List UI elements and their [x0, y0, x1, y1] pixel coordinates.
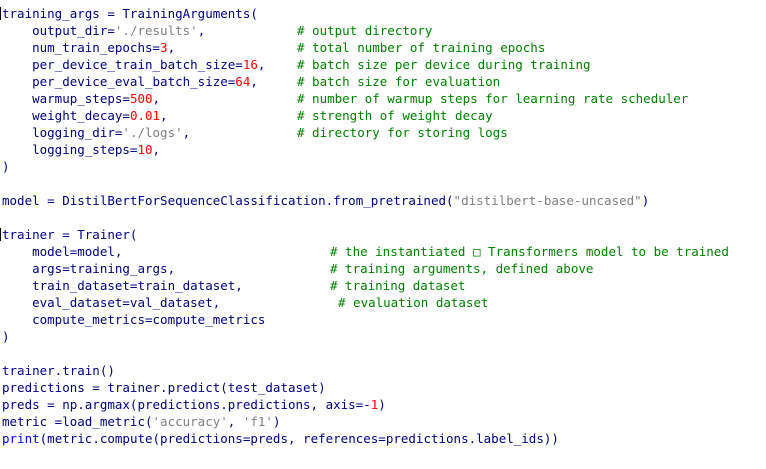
code-line[interactable]: output_dir='./results', # output director… — [0, 22, 766, 39]
code-number: 64 — [235, 74, 251, 89]
code-string: './results' — [114, 23, 198, 38]
code-editor[interactable]: training_args = TrainingArguments( outpu… — [0, 0, 766, 469]
code-line[interactable]: trainer = Trainer( — [0, 226, 766, 243]
code-token: weight_decay= — [2, 108, 130, 123]
code-token: warmup_steps= — [2, 91, 130, 106]
code-line[interactable]: model = DistilBertForSequenceClassificat… — [0, 192, 766, 209]
code-token: logging_dir= — [2, 125, 123, 140]
code-line[interactable]: weight_decay=0.01, # strength of weight d… — [0, 107, 766, 124]
code-line[interactable]: ) — [0, 328, 766, 345]
code-line[interactable]: compute_metrics=compute_metrics — [0, 311, 766, 328]
code-token: , — [197, 23, 206, 38]
code-line[interactable]: predictions = trainer.predict(test_datas… — [0, 379, 766, 396]
code-comment: # output directory — [297, 23, 433, 38]
code-line[interactable]: per_device_eval_batch_size=64, # batch si… — [0, 73, 766, 90]
code-number: 10 — [137, 142, 153, 157]
code-line[interactable] — [0, 209, 766, 226]
code-token: model = DistilBertForSequenceClassificat… — [2, 193, 454, 208]
code-comment: # training dataset — [330, 278, 466, 293]
code-token: metric =load_metric( — [2, 414, 153, 429]
code-token: num_train_epochs= — [2, 40, 161, 55]
code-line[interactable]: per_device_train_batch_size=16, # batch s… — [0, 56, 766, 73]
code-token: eval_dataset=val_dataset, — [2, 295, 221, 310]
code-line[interactable] — [0, 345, 766, 362]
code-token: ) — [378, 397, 386, 412]
code-comment: # total number of training epochs — [297, 40, 546, 55]
code-line[interactable]: training_args = TrainingArguments( — [0, 5, 766, 22]
text-caret — [0, 228, 1, 241]
code-token: , — [167, 40, 176, 55]
code-string: 'f1' — [242, 414, 273, 429]
code-token: , — [227, 414, 243, 429]
code-line[interactable]: warmup_steps=500, # number of warmup step… — [0, 90, 766, 107]
code-token: , — [152, 91, 161, 106]
code-line[interactable] — [0, 175, 766, 192]
code-token: trainer = Trainer( — [2, 227, 138, 242]
code-line[interactable]: print(metric.compute(predictions=preds, … — [0, 430, 766, 447]
code-string: './logs' — [122, 125, 183, 140]
code-token: per_device_eval_batch_size= — [2, 74, 236, 89]
code-token: ) — [2, 159, 10, 174]
code-token: , — [250, 74, 258, 89]
code-number: 3 — [160, 40, 168, 55]
code-line[interactable]: args=training_args, # training arguments,… — [0, 260, 766, 277]
code-string: 'accuracy' — [152, 414, 228, 429]
code-token: ) — [2, 329, 10, 344]
code-number: 0.01 — [129, 108, 161, 123]
code-comment: # batch size for evaluation — [297, 74, 501, 89]
code-line[interactable]: ) — [0, 158, 766, 175]
code-line[interactable]: logging_steps=10, — [0, 141, 766, 158]
code-token: , — [160, 108, 168, 123]
text-caret — [0, 7, 1, 20]
code-comment: # batch size per device during training — [297, 57, 591, 72]
code-token: , — [182, 125, 191, 140]
code-token: training_args = TrainingArguments( — [2, 6, 258, 21]
code-comment: # evaluation dataset — [338, 295, 489, 310]
code-comment: # strength of weight decay — [297, 108, 493, 123]
code-line[interactable]: metric =load_metric('accuracy', 'f1') — [0, 413, 766, 430]
code-token: ) — [641, 193, 650, 208]
code-number: 16 — [242, 57, 258, 72]
code-token: logging_steps= — [2, 142, 138, 157]
code-number: 500 — [129, 91, 153, 106]
code-token: trainer.train() — [2, 363, 115, 378]
code-comment: # training arguments, defined above — [330, 261, 594, 276]
code-token: per_device_train_batch_size= — [2, 57, 243, 72]
code-token: train_dataset=train_dataset, — [2, 278, 243, 293]
code-comment: # number of warmup steps for learning ra… — [297, 91, 689, 106]
code-token: compute_metrics=compute_metrics — [2, 312, 266, 327]
code-token: ) — [272, 414, 281, 429]
code-comment: # directory for storing logs — [297, 125, 508, 140]
code-line[interactable]: logging_dir='./logs', # directory for sto… — [0, 124, 766, 141]
code-token: args=training_args, — [2, 261, 176, 276]
code-line[interactable]: num_train_epochs=3, # total number of tra… — [0, 39, 766, 56]
code-token: , — [257, 57, 266, 72]
code-string: "distilbert-base-uncased" — [453, 193, 642, 208]
code-token: , — [152, 142, 161, 157]
code-token: (metric.compute(predictions=preds, refer… — [39, 431, 559, 446]
code-token: model=model, — [2, 244, 123, 259]
code-token: predictions = trainer.predict(test_datas… — [2, 380, 326, 395]
code-line[interactable]: trainer.train() — [0, 362, 766, 379]
code-line[interactable]: preds = np.argmax(predictions.prediction… — [0, 396, 766, 413]
code-line[interactable]: eval_dataset=val_dataset, # evaluation da… — [0, 294, 766, 311]
code-comment: # the instantiated □ Transformers model … — [330, 244, 729, 259]
code-keyword: print — [2, 431, 40, 446]
code-token: output_dir= — [2, 23, 115, 38]
code-line[interactable]: model=model, # the instantiated □ Transfo… — [0, 243, 766, 260]
code-line[interactable]: train_dataset=train_dataset, # training d… — [0, 277, 766, 294]
code-token: preds = np.argmax(predictions.prediction… — [2, 397, 371, 412]
